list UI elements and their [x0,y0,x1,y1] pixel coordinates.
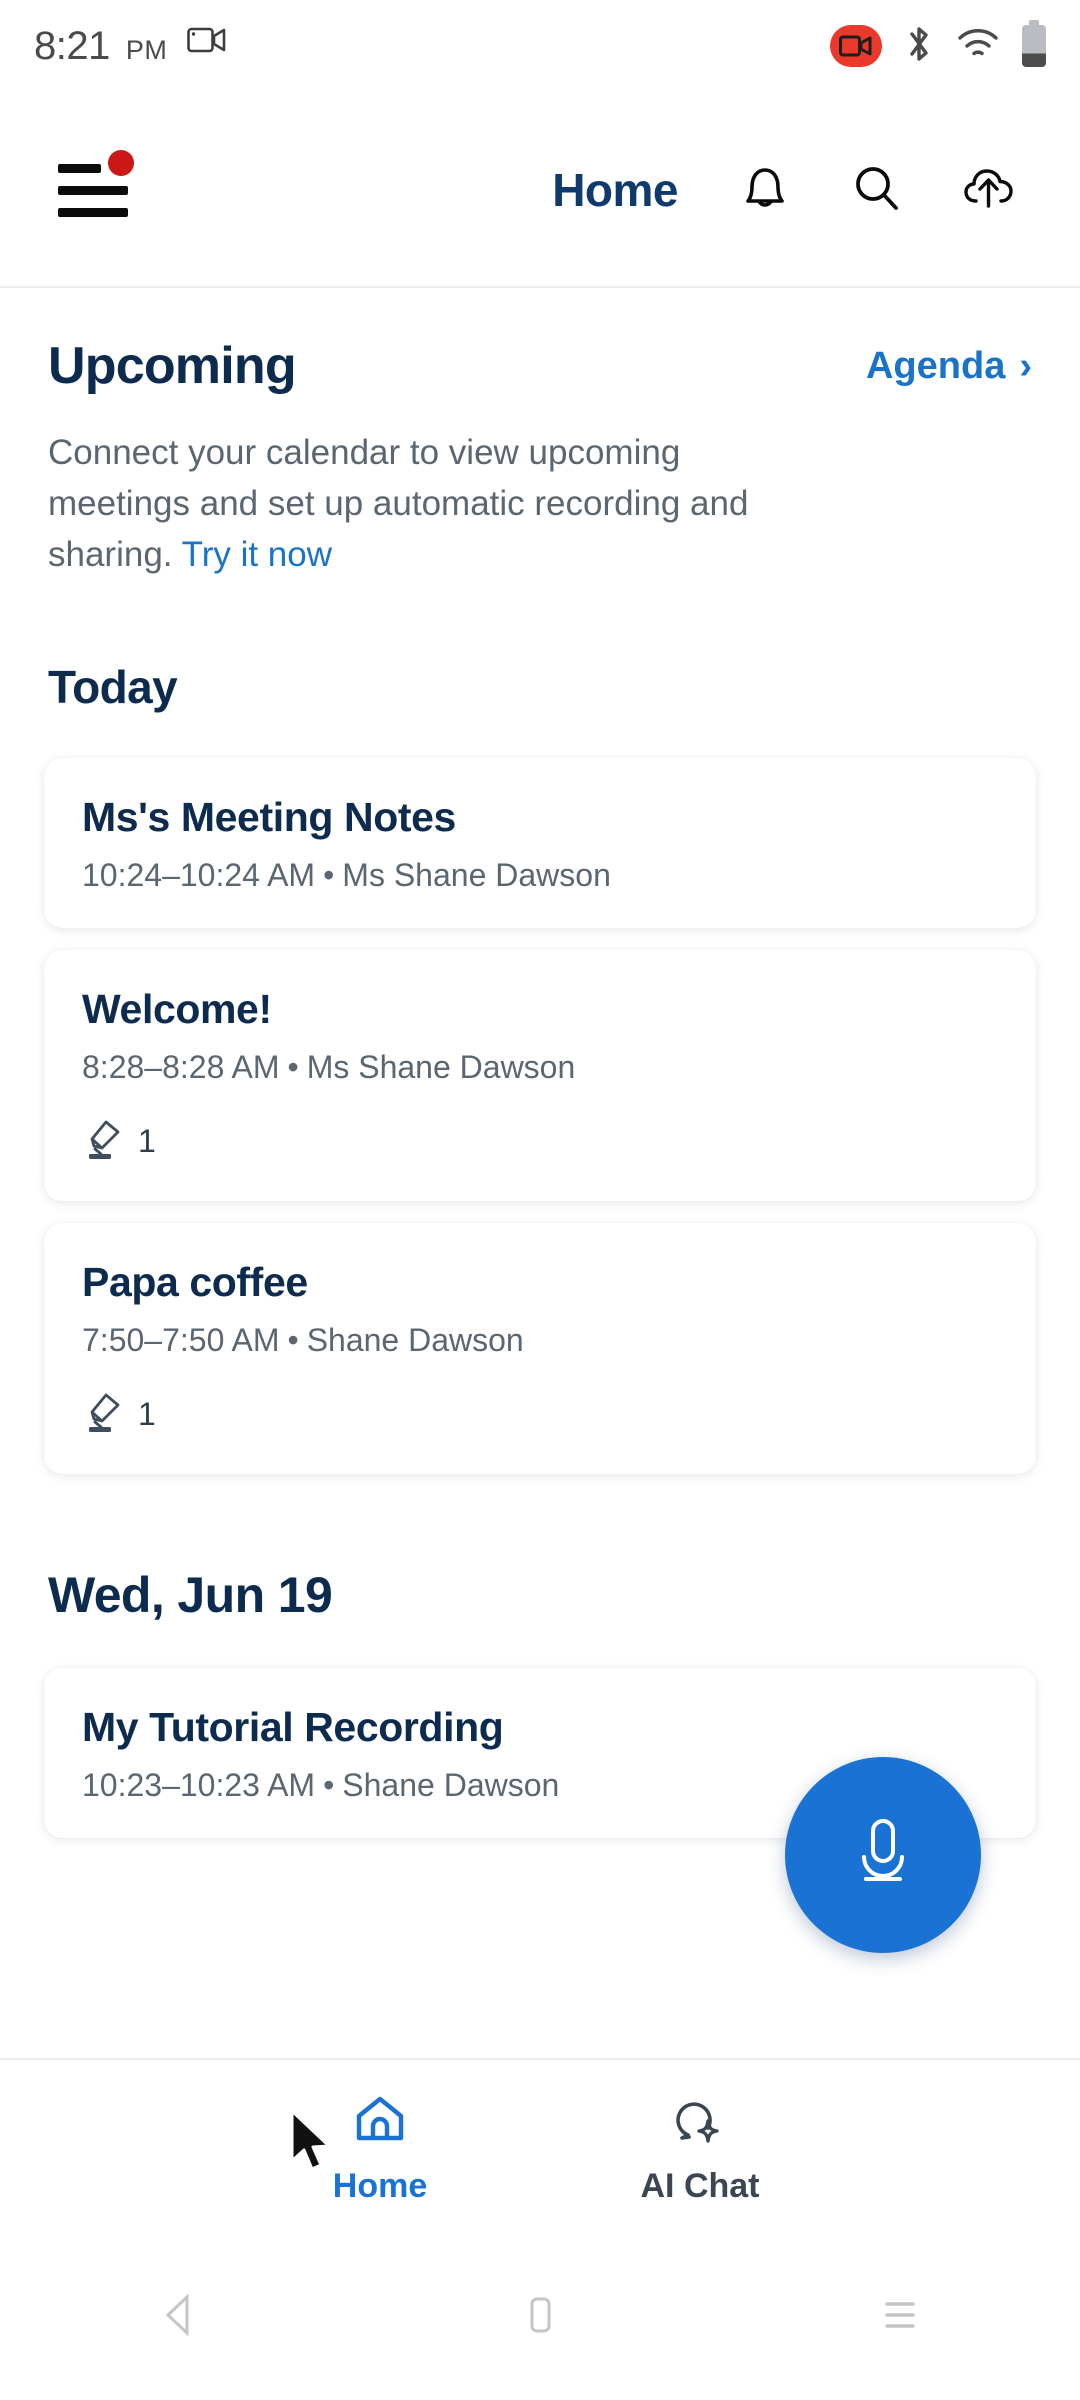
upcoming-title: Upcoming [48,337,297,395]
card-meta: 10:24–10:24 AM • Ms Shane Dawson [82,857,998,894]
recents-lines-icon[interactable] [840,2270,960,2360]
card-owner: Ms Shane Dawson [342,857,611,894]
card-title: Welcome! [82,986,272,1033]
status-time: 8:21 [34,23,110,68]
card-meta-separator: • [323,857,335,894]
card-owner: Ms Shane Dawson [306,1049,576,1086]
search-icon[interactable] [844,157,910,223]
try-it-now-link[interactable]: Try it now [182,535,332,574]
app-header: Home [0,92,1080,288]
card-title: Papa coffee [82,1259,308,1306]
upcoming-description: Connect your calendar to view upcoming m… [0,396,880,580]
ai-chat-bubble-icon [667,2088,733,2155]
card-meta: 7:50–7:50 AM • Shane Dawson [82,1322,998,1359]
notifications-bell-icon[interactable] [732,157,798,223]
cloud-upload-icon[interactable] [956,157,1022,223]
upcoming-header: Upcoming Agenda › [0,288,1080,396]
status-bar: 8:21 PM [0,0,1080,92]
agenda-link[interactable]: Agenda › [866,345,1032,388]
card-stats: 1 [82,1389,998,1440]
upcoming-description-text: Connect your calendar to view upcoming m… [48,433,749,574]
card-time: 7:50–7:50 AM [82,1322,280,1359]
page-title: Home [552,164,678,216]
status-ampm: PM [125,34,168,65]
nav-label-ai-chat: AI Chat [640,2167,760,2205]
bottom-navigation: Home AI Chat [0,2058,1080,2230]
highlight-count: 1 [138,1396,156,1433]
screen-record-icon [187,25,227,55]
wifi-icon [956,26,1000,67]
home-square-icon[interactable] [480,2270,600,2360]
nav-item-ai-chat[interactable]: AI Chat [540,2060,860,2206]
status-bar-right [830,20,1046,71]
recording-card[interactable]: Ms's Meeting Notes 10:24–10:24 AM • Ms Sha… [44,758,1036,929]
card-meta-separator: • [323,1767,335,1804]
card-owner: Shane Dawson [342,1767,560,1804]
chevron-right-icon: › [1019,345,1032,387]
recording-card[interactable]: Papa coffee 7:50–7:50 AM • Shane Dawson 1 [44,1223,1036,1475]
card-time: 8:28–8:28 AM [82,1049,280,1086]
app-screen: 8:21 PM Home Upcoming Agenda › Connect y… [0,0,1080,2400]
microphone-icon [837,1805,929,1906]
card-owner: Shane Dawson [306,1322,524,1359]
card-list-today: Ms's Meeting Notes 10:24–10:24 AM • Ms Sha… [0,714,1080,1475]
card-title: Ms's Meeting Notes [82,794,456,841]
bluetooth-icon [904,22,934,71]
record-fab-button[interactable] [785,1757,981,1953]
card-meta: 8:28–8:28 AM • Ms Shane Dawson [82,1049,998,1086]
status-bar-left: 8:21 PM [34,24,227,69]
nav-label-home: Home [332,2167,428,2205]
main-content: Upcoming Agenda › Connect your calendar … [0,288,1080,1839]
video-record-badge-icon [830,25,882,67]
card-time: 10:24–10:24 AM [82,857,316,894]
system-navigation-bar [0,2230,1080,2400]
agenda-link-label: Agenda [865,344,1006,387]
home-icon [347,2088,413,2155]
highlight-count: 1 [138,1123,156,1160]
highlighter-icon [82,1116,124,1167]
recording-card[interactable]: Welcome! 8:28–8:28 AM • Ms Shane Dawson 1 [44,950,1036,1202]
header-actions: Home [552,157,1022,223]
highlighter-icon [82,1389,124,1440]
card-meta-separator: • [287,1049,299,1086]
section-heading-today: Today [48,661,178,714]
card-stats: 1 [82,1116,998,1167]
nav-item-home[interactable]: Home [220,2060,540,2206]
card-meta-separator: • [287,1322,299,1359]
back-triangle-icon[interactable] [120,2270,240,2360]
battery-icon [1022,20,1046,67]
card-title: My Tutorial Recording [82,1704,504,1751]
card-time: 10:23–10:23 AM [82,1767,316,1804]
menu-notification-badge [108,150,134,176]
hamburger-menu-icon[interactable] [58,150,142,228]
section-heading-date: Wed, Jun 19 [48,1567,333,1624]
